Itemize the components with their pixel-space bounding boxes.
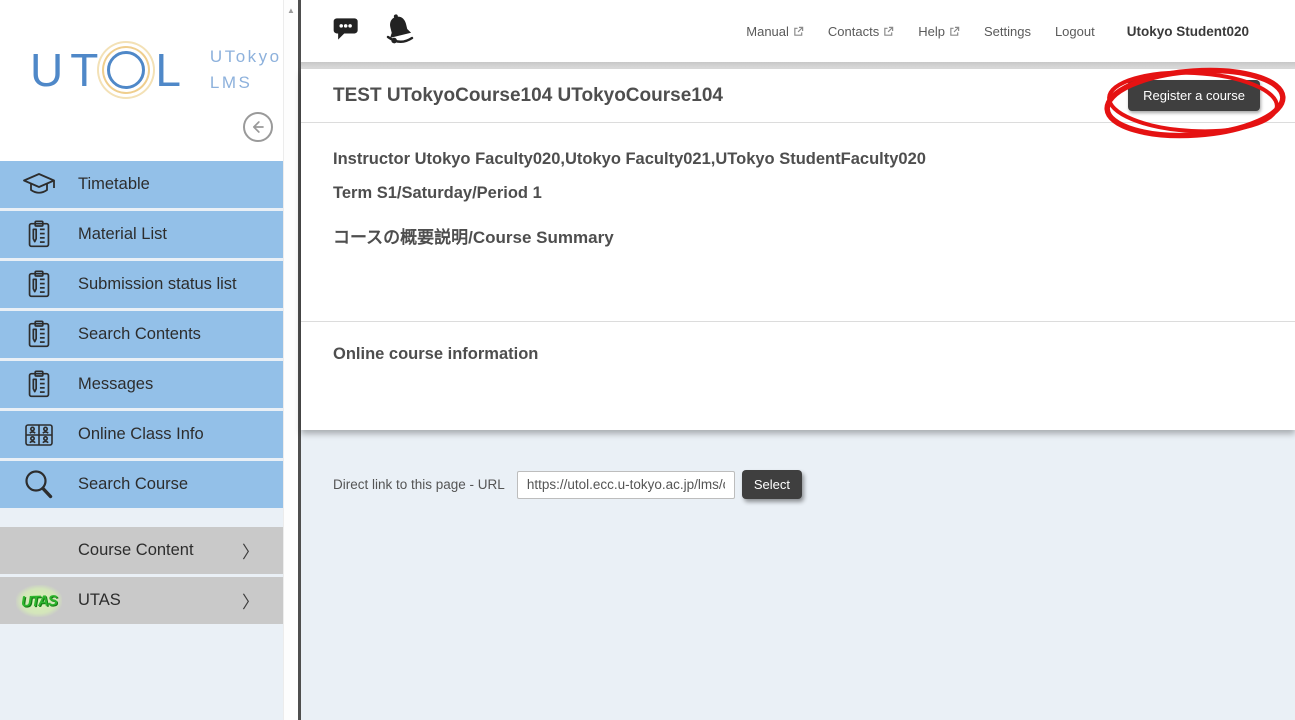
nav-label: Contacts <box>828 24 879 39</box>
chevron-right-icon: 〉 <box>242 588 259 613</box>
sidebar-item-label: Search Course <box>78 475 188 494</box>
sidebar-item-online-class-info[interactable]: Online Class Info <box>0 411 283 458</box>
nav-contacts[interactable]: Contacts <box>828 24 894 39</box>
sidebar-item-label: UTAS <box>78 591 121 610</box>
select-button[interactable]: Select <box>742 470 802 499</box>
direct-link-url-input[interactable] <box>517 471 735 499</box>
nav-manual[interactable]: Manual <box>746 24 804 39</box>
nav-label: Settings <box>984 24 1031 39</box>
logo-text-left: UT <box>30 47 105 93</box>
clipboard-icon <box>0 368 78 402</box>
topbar-icons <box>331 11 417 52</box>
clipboard-icon <box>0 268 78 302</box>
sidebar-item-search-contents[interactable]: Search Contents <box>0 311 283 358</box>
utol-lms-page: UT L UTokyo LMS <box>0 0 1295 720</box>
sidebar-menu: Timetable Material List <box>0 161 283 624</box>
logo-sub-line1: UTokyo <box>210 44 282 70</box>
external-link-icon <box>793 26 804 37</box>
logo-sub-line2: LMS <box>210 70 282 96</box>
sidebar-item-utas[interactable]: UTAS UTAS 〉 <box>0 577 283 624</box>
sidebar: UT L UTokyo LMS <box>0 0 283 720</box>
nav-help[interactable]: Help <box>918 24 960 39</box>
sidebar-item-course-content[interactable]: Course Content 〉 <box>0 527 283 574</box>
menu-gap <box>0 511 283 527</box>
sidebar-item-search-course[interactable]: Search Course <box>0 461 283 508</box>
sidebar-item-submission-status-list[interactable]: Submission status list <box>0 261 283 308</box>
logo-text-right: L <box>155 47 188 93</box>
page-title: TEST UTokyoCourse104 UTokyoCourse104 <box>333 85 1128 107</box>
utol-logo: UT L UTokyo LMS <box>30 44 282 95</box>
sidebar-item-timetable[interactable]: Timetable <box>0 161 283 208</box>
utas-logo-icon: UTAS <box>0 585 78 617</box>
external-link-icon <box>949 26 960 37</box>
online-course-info-heading: Online course information <box>301 322 1295 364</box>
sidebar-item-label: Course Content <box>78 541 194 560</box>
direct-link-row: Direct link to this page - URL Select <box>333 470 1295 499</box>
sidebar-scrollbar[interactable]: ▲ <box>283 0 298 720</box>
chevron-right-icon: 〉 <box>242 538 259 563</box>
arrow-left-icon <box>248 117 268 137</box>
graduation-cap-icon <box>0 167 78 203</box>
people-grid-icon <box>0 417 78 453</box>
sidebar-item-label: Messages <box>78 375 153 394</box>
magnifier-icon <box>0 467 78 503</box>
sidebar-item-label: Search Contents <box>78 325 201 344</box>
register-course-button[interactable]: Register a course <box>1128 80 1260 111</box>
sidebar-item-material-list[interactable]: Material List <box>0 211 283 258</box>
sidebar-item-label: Timetable <box>78 175 150 194</box>
course-title-row: TEST UTokyoCourse104 UTokyoCourse104 Reg… <box>301 69 1295 123</box>
current-user-name: Utokyo Student020 <box>1127 24 1249 39</box>
topbar: Manual Contacts Help <box>301 0 1295 62</box>
course-panel: TEST UTokyoCourse104 UTokyoCourse104 Reg… <box>301 69 1295 430</box>
clipboard-icon <box>0 318 78 352</box>
bell-notification-icon[interactable] <box>381 11 417 52</box>
nav-label: Logout <box>1055 24 1095 39</box>
course-summary-heading: コースの概要説明/Course Summary <box>333 223 1263 248</box>
nav-label: Manual <box>746 24 789 39</box>
nav-settings[interactable]: Settings <box>984 24 1031 39</box>
topbar-shadow-strip <box>301 62 1295 69</box>
sidebar-item-messages[interactable]: Messages <box>0 361 283 408</box>
footer-area: Direct link to this page - URL Select <box>301 430 1295 499</box>
sidebar-item-label: Material List <box>78 225 167 244</box>
term-line: Term S1/Saturday/Period 1 <box>333 184 1263 203</box>
external-link-icon <box>883 26 894 37</box>
sidebar-collapse-button[interactable] <box>243 112 273 142</box>
nav-logout[interactable]: Logout <box>1055 24 1095 39</box>
main-area: Manual Contacts Help <box>301 0 1295 720</box>
topnav: Manual Contacts Help <box>746 24 1249 39</box>
logo-subtitle: UTokyo LMS <box>210 44 282 95</box>
course-info-block: Instructor Utokyo Faculty020,Utokyo Facu… <box>301 123 1295 248</box>
sidebar-item-label: Submission status list <box>78 275 237 294</box>
instructor-line: Instructor Utokyo Faculty020,Utokyo Facu… <box>333 150 1263 169</box>
sidebar-item-label: Online Class Info <box>78 425 204 444</box>
scrollbar-up-arrow-icon[interactable]: ▲ <box>287 6 295 15</box>
direct-link-label: Direct link to this page - URL <box>333 477 505 492</box>
nav-label: Help <box>918 24 945 39</box>
clipboard-icon <box>0 218 78 252</box>
chat-icon[interactable] <box>331 13 363 50</box>
logo-area: UT L UTokyo LMS <box>0 0 283 161</box>
logo-o-ring-icon <box>107 51 145 89</box>
